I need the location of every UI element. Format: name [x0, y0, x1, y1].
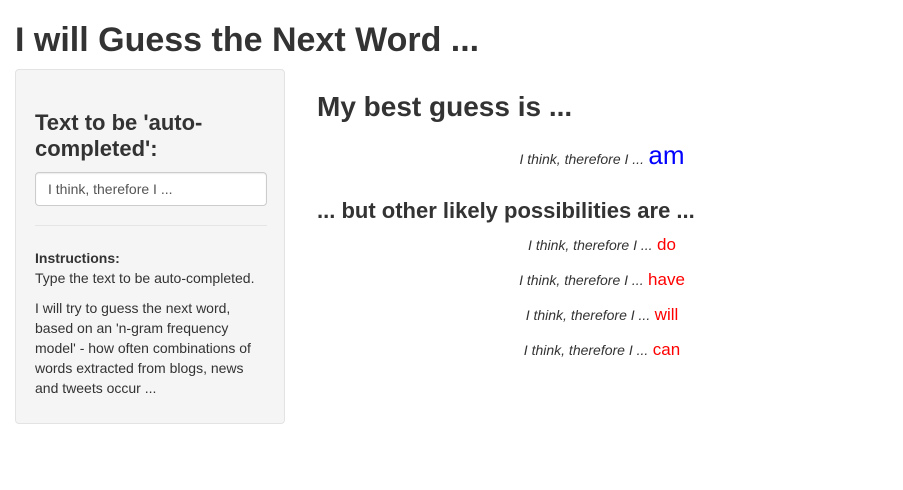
other-possibilities-heading: ... but other likely possibilities are .…: [317, 198, 695, 223]
text-input[interactable]: [35, 172, 267, 206]
best-guess-row: I think, therefore I ... am: [317, 140, 887, 171]
instructions-heading: Instructions:: [35, 250, 120, 266]
alternative-row: I think, therefore I ... will: [317, 305, 887, 325]
alternative-word: do: [657, 235, 676, 254]
instructions-paragraph: I will try to guess the next word, based…: [35, 300, 251, 396]
alternative-prefix: I think, therefore I ...: [519, 272, 644, 288]
divider: [35, 225, 267, 226]
alternative-word: can: [652, 340, 681, 359]
input-label: Text to be 'auto-completed':: [35, 110, 203, 161]
instructions-line: Type the text to be auto-completed.: [35, 270, 255, 286]
alternative-row: I think, therefore I ... do: [317, 235, 887, 255]
sidebar-panel: Text to be 'auto-completed': Instruction…: [15, 69, 285, 424]
best-guess-prefix: I think, therefore I ...: [519, 151, 644, 167]
best-guess-word: am: [648, 140, 685, 170]
alternative-word: have: [648, 270, 685, 289]
alternative-prefix: I think, therefore I ...: [528, 237, 653, 253]
alternative-prefix: I think, therefore I ...: [525, 307, 651, 323]
instructions: Instructions: Type the text to be auto-c…: [35, 248, 270, 398]
alternative-row: I think, therefore I ... have: [317, 270, 887, 290]
alternative-row: I think, therefore I ... can: [317, 340, 887, 360]
alternative-word: will: [654, 305, 679, 324]
page-title: I will Guess the Next Word ...: [15, 21, 480, 59]
best-guess-heading: My best guess is ...: [317, 91, 573, 122]
alternative-prefix: I think, therefore I ...: [523, 342, 649, 358]
